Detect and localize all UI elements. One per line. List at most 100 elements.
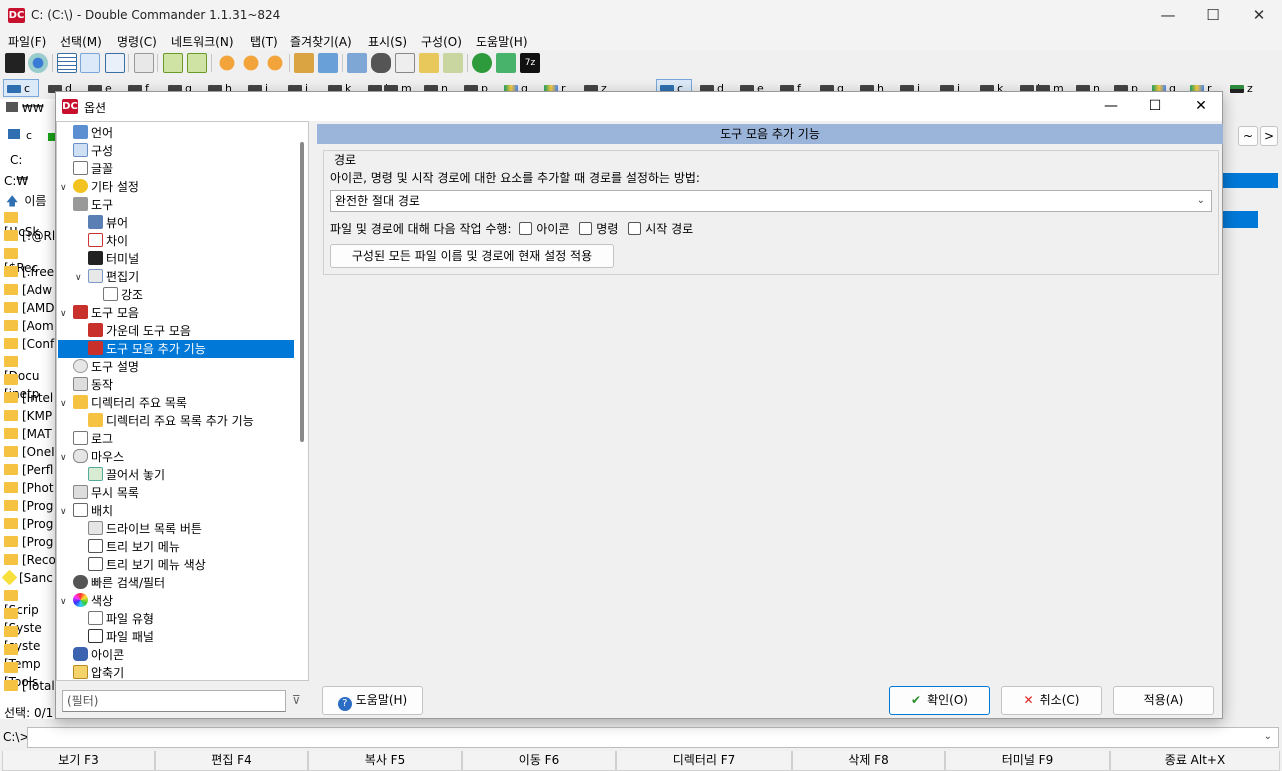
ok-button[interactable]: ✔ 확인(O) [889,686,990,715]
left-panel-tab[interactable]: ₩₩ [6,102,44,115]
list-item[interactable]: [Reco [4,553,56,567]
tree-item-viewer[interactable]: 뷰어 [88,214,128,232]
fkey-edit[interactable]: 편집 F4 [155,751,308,771]
list-item[interactable]: [OneI [4,445,55,459]
history-button[interactable]: ~ [1238,126,1258,146]
tree-item-ignore-list[interactable]: 무시 목록 [73,484,139,502]
left-column-header-name[interactable]: 🡅 이름 [6,192,46,213]
checkbox-icon[interactable] [628,222,642,235]
tree-scrollbar[interactable] [300,142,304,442]
list-item[interactable]: [Sanc [1,569,53,586]
checkbox-icon[interactable] [579,222,593,235]
settings-gear-icon[interactable] [28,53,48,73]
tree-item-layout[interactable]: 배치 [73,502,113,520]
list-item[interactable]: [Conf [4,337,54,351]
right-drive-button-z[interactable]: z [1226,79,1262,97]
tree-item-tree-view-menu-colors[interactable]: 트리 보기 메뉴 색상 [88,556,206,574]
menu-configuration[interactable]: 구성(O) [421,33,462,50]
plugin3-icon[interactable] [265,53,285,73]
chevron-down-icon[interactable]: ∨ [75,273,82,283]
tree-item-directory-hotlist[interactable]: 디렉터리 주요 목록 [73,394,187,412]
tree-item-file-panels[interactable]: 파일 패널 [88,628,154,646]
chevron-down-icon[interactable]: ∨ [60,399,67,409]
folder-icon[interactable] [419,53,439,73]
tree-item-archivers[interactable]: 압축기 [73,664,124,680]
list-item[interactable]: [Adw [4,283,52,297]
tree-item-directory-hotlist-extra[interactable]: 디렉터리 주요 목록 추가 기능 [88,412,254,430]
pack-icon[interactable] [294,53,314,73]
tree-item-file-types[interactable]: 파일 유형 [88,610,154,628]
multi-rename-icon[interactable] [347,53,367,73]
thumbnail-view-icon[interactable] [105,53,125,73]
menu-tabs[interactable]: 탭(T) [250,33,278,50]
chevron-down-icon[interactable]: ∨ [60,597,67,607]
fkey-delete[interactable]: 삭제 F8 [792,751,945,771]
checkbox-start-path-option[interactable]: 시작 경로 [628,222,693,236]
full-view-icon[interactable] [80,53,100,73]
help-button[interactable]: ? 도움말(H) [322,686,423,715]
list-item[interactable]: [.free [4,265,54,279]
tree-item-behaviors[interactable]: 동작 [73,376,113,394]
menu-file[interactable]: 파일(F) [8,33,46,50]
fkey-terminal[interactable]: 터미널 F9 [945,751,1110,771]
tree-item-fonts[interactable]: 글꼴 [73,160,113,178]
edit-icon[interactable] [395,53,415,73]
plugin-icon[interactable] [217,53,237,73]
list-item[interactable]: [MAT [4,427,52,441]
list-item[interactable]: [Prog [4,499,53,513]
chevron-down-icon[interactable]: ∨ [60,453,67,463]
tree-item-misc[interactable]: 기타 설정 [73,178,139,196]
maximize-button[interactable]: ☐ [1190,0,1236,31]
tree-item-configuration[interactable]: 구성 [73,142,113,160]
dialog-close-button[interactable]: ✕ [1178,92,1224,121]
list-item[interactable]: [Aom [4,319,54,333]
tree-filter-input[interactable]: (필터) [62,690,286,712]
list-item[interactable]: [KMP [4,409,52,423]
tree-item-icons[interactable]: 아이콘 [73,646,124,664]
checkbox-icon-option[interactable]: 아이콘 [519,222,569,236]
forward-button[interactable]: > [1260,126,1278,146]
list-item[interactable]: [Intel [4,391,53,405]
compare-icon[interactable] [134,53,154,73]
fkey-copy[interactable]: 복사 F5 [308,751,462,771]
tree-item-toolbar-middle[interactable]: 가운데 도구 모음 [88,322,191,340]
menu-help[interactable]: 도움말(H) [476,33,528,50]
list-item[interactable]: [AMD [4,301,54,315]
command-line-input[interactable]: ⌄ [27,727,1279,748]
right-panel-path-highlight[interactable] [1222,173,1278,188]
path-method-select[interactable]: 완전한 절대 경로 ⌄ [330,190,1212,212]
dialog-maximize-button[interactable]: ☐ [1132,92,1178,121]
tree-item-differ[interactable]: 차이 [88,232,128,250]
tree-item-mouse[interactable]: 마우스 [73,448,124,466]
list-item[interactable]: [Phot [4,481,54,495]
tree-item-tools[interactable]: 도구 [73,196,113,214]
menu-select[interactable]: 선택(M) [60,33,102,50]
copy-left-icon[interactable] [163,53,183,73]
drive-button-c[interactable]: c [3,79,39,97]
tree-item-quick-search[interactable]: 빠른 검색/필터 [73,574,165,592]
copy-right-icon[interactable] [187,53,207,73]
7zip-icon[interactable]: 7z [520,53,540,73]
minimize-button[interactable]: — [1145,0,1191,31]
tree-item-editor[interactable]: 편집기 [88,268,139,286]
menu-show[interactable]: 표시(S) [368,33,407,50]
tree-item-terminal[interactable]: 터미널 [88,250,139,268]
menu-network[interactable]: 네트워크(N) [171,33,234,50]
list-item[interactable]: [Total [4,679,55,693]
plugin2-icon[interactable] [241,53,261,73]
checkbox-command-option[interactable]: 명령 [579,222,618,236]
refresh-icon[interactable] [472,53,492,73]
fkey-exit[interactable]: 종료 Alt+X [1110,751,1280,771]
list-item[interactable]: [Perfl [4,463,53,477]
sync-icon[interactable] [443,53,463,73]
notepad-icon[interactable] [496,53,516,73]
left-current-path[interactable]: C:₩ [4,174,28,188]
tree-item-highlighters[interactable]: 강조 [103,286,143,304]
cancel-button[interactable]: ✕ 취소(C) [1001,686,1102,715]
fkey-mkdir[interactable]: 디렉터리 F7 [616,751,792,771]
clear-filter-icon[interactable]: ⊽ [292,693,308,709]
apply-all-paths-button[interactable]: 구성된 모든 파일 이름 및 경로에 현재 설정 적용 [330,244,614,268]
terminal-icon[interactable] [5,53,25,73]
chevron-down-icon[interactable]: ∨ [60,183,67,193]
fkey-view[interactable]: 보기 F3 [2,751,155,771]
